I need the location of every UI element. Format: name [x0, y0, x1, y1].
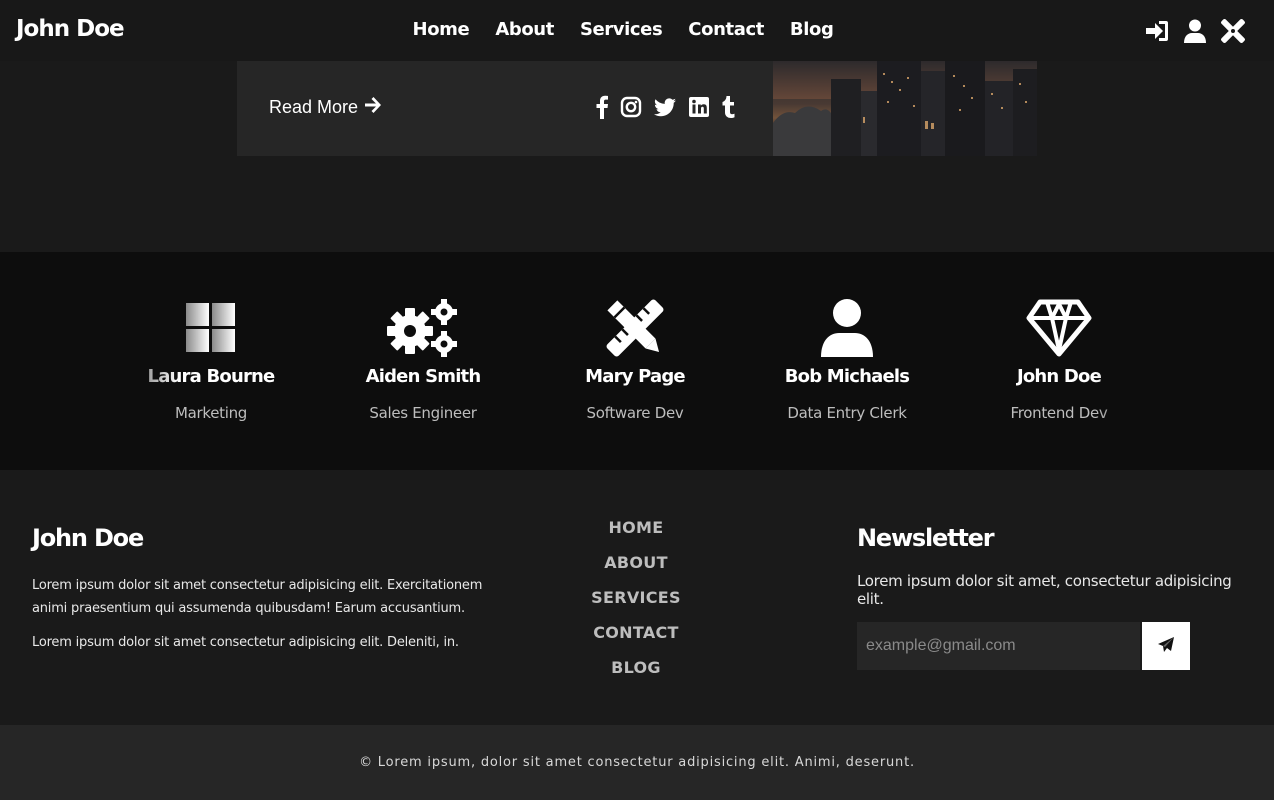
user-icon[interactable]: [1182, 18, 1208, 44]
tools-icon: [529, 298, 741, 358]
paper-plane-icon: [1157, 636, 1175, 657]
tools-icon[interactable]: [1220, 18, 1246, 44]
read-more-link[interactable]: Read More: [269, 97, 382, 118]
newsletter-text: Lorem ipsum dolor sit amet, consectetur …: [857, 572, 1232, 608]
footer-link-services[interactable]: SERVICES: [536, 588, 736, 623]
member-role: Software Dev: [586, 404, 684, 422]
nav-icons: [1144, 18, 1246, 44]
instagram-icon[interactable]: [620, 95, 642, 119]
navbar: John Doe Home About Services Contact Blo…: [0, 0, 1274, 61]
twitter-icon[interactable]: [653, 95, 677, 119]
nav-link-services[interactable]: Services: [580, 19, 663, 40]
user-icon: [741, 298, 953, 358]
team-carousel: Laura Bourne Marketing Aiden Smith Sales…: [0, 252, 1274, 470]
team-member-laura[interactable]: Laura Bourne Marketing: [105, 252, 317, 470]
team-track: Laura Bourne Marketing Aiden Smith Sales…: [105, 252, 1165, 470]
newsletter-title: Newsletter: [857, 524, 995, 552]
footer-paragraph: Lorem ipsum dolor sit amet consectetur a…: [32, 635, 459, 650]
member-role: Frontend Dev: [1010, 404, 1108, 422]
footer-link-about[interactable]: ABOUT: [536, 553, 736, 588]
team-member-john[interactable]: John Doe Frontend Dev: [953, 252, 1165, 470]
copyright-bar: © Lorem ipsum, dolor sit amet consectetu…: [0, 725, 1274, 800]
arrow-right-icon: [364, 97, 382, 118]
facebook-icon[interactable]: [595, 95, 609, 119]
sign-in-icon[interactable]: [1144, 18, 1170, 44]
member-name: Mary Page: [585, 366, 685, 387]
member-name: Laura Bourne: [147, 366, 276, 387]
gears-icon: [317, 298, 529, 358]
social-links: [595, 95, 735, 119]
newsletter-email-input[interactable]: [857, 622, 1140, 670]
footer-link-home[interactable]: HOME: [536, 518, 736, 553]
footer-links: HOME ABOUT SERVICES CONTACT BLOG: [536, 518, 736, 693]
nav-link-blog[interactable]: Blog: [790, 19, 834, 40]
footer-paragraph: Lorem ipsum dolor sit amet consectetur a…: [32, 578, 483, 616]
newsletter-submit-button[interactable]: [1142, 622, 1190, 670]
gem-icon: [953, 298, 1165, 358]
post-card: Read More: [237, 61, 1037, 156]
member-role: Marketing: [174, 404, 248, 422]
member-name: John Doe: [1016, 366, 1102, 387]
nav-link-home[interactable]: Home: [413, 19, 470, 40]
member-name: Aiden Smith: [365, 366, 482, 387]
footer: John Doe Lorem ipsum dolor sit amet cons…: [0, 470, 1274, 725]
team-member-bob[interactable]: Bob Michaels Data Entry Clerk: [741, 252, 953, 470]
footer-title: John Doe: [32, 524, 144, 552]
member-name: Bob Michaels: [784, 366, 910, 387]
windows-icon: [105, 298, 317, 358]
team-member-mary[interactable]: Mary Page Software Dev: [529, 252, 741, 470]
member-role: Sales Engineer: [369, 404, 477, 422]
team-member-aiden[interactable]: Aiden Smith Sales Engineer: [317, 252, 529, 470]
footer-link-blog[interactable]: BLOG: [536, 658, 736, 693]
member-role: Data Entry Clerk: [787, 404, 907, 422]
card-city-image: [773, 61, 1037, 156]
read-more-label: Read More: [269, 97, 359, 117]
footer-link-contact[interactable]: CONTACT: [536, 623, 736, 658]
nav-links: Home About Services Contact Blog: [0, 19, 1246, 40]
nav-link-about[interactable]: About: [495, 19, 554, 40]
tumblr-icon[interactable]: [721, 95, 735, 119]
linkedin-icon[interactable]: [688, 95, 710, 119]
copyright-text: © Lorem ipsum, dolor sit amet consectetu…: [359, 755, 915, 770]
nav-link-contact[interactable]: Contact: [688, 19, 764, 40]
